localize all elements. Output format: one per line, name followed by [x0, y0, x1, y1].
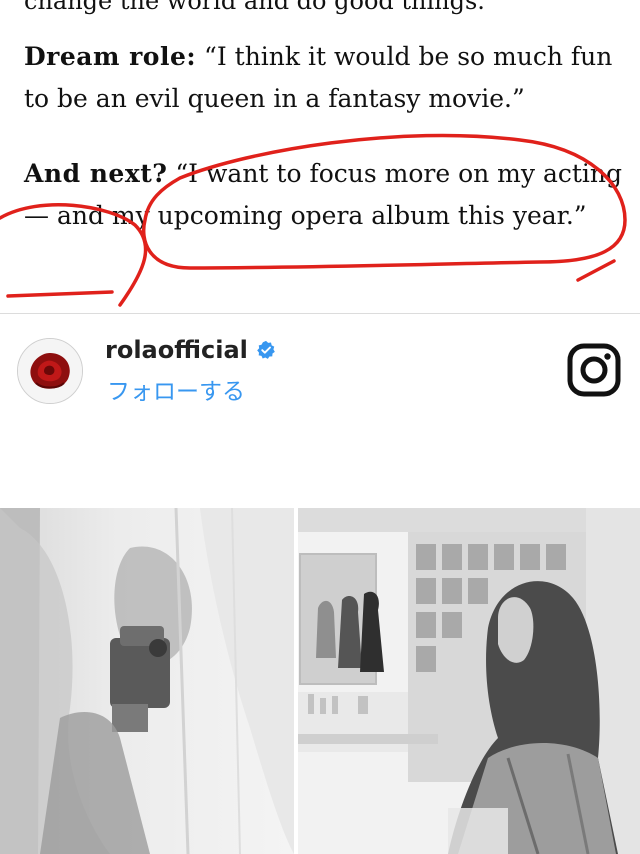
photo-left-image	[0, 508, 294, 854]
article-partial-line: change the world and do good things.”	[24, 0, 498, 15]
instagram-logo-icon[interactable]	[566, 342, 622, 398]
username[interactable]: rolaofficial	[105, 336, 248, 364]
rose-icon	[18, 339, 82, 403]
next-label: And next?	[24, 159, 168, 188]
username-row: rolaofficial	[105, 336, 276, 364]
avatar[interactable]	[17, 338, 83, 404]
dream-role-paragraph: Dream role: “I think it would be so much…	[24, 36, 624, 120]
photo-right-image	[298, 508, 640, 854]
red-stroke-lower-right	[576, 259, 616, 282]
red-underline-year	[6, 290, 114, 298]
follow-button[interactable]: フォローする	[107, 372, 245, 406]
dream-role-label: Dream role:	[24, 42, 197, 71]
verified-badge-icon	[257, 340, 275, 359]
instagram-photo-grid[interactable]	[0, 508, 640, 854]
photo-woman-in-studio[interactable]	[298, 508, 640, 854]
instagram-embed-header: rolaofficial フォローする	[0, 314, 640, 424]
photo-camera-behind-curtain[interactable]	[0, 508, 294, 854]
next-paragraph: And next? “I want to focus more on my ac…	[24, 153, 624, 237]
